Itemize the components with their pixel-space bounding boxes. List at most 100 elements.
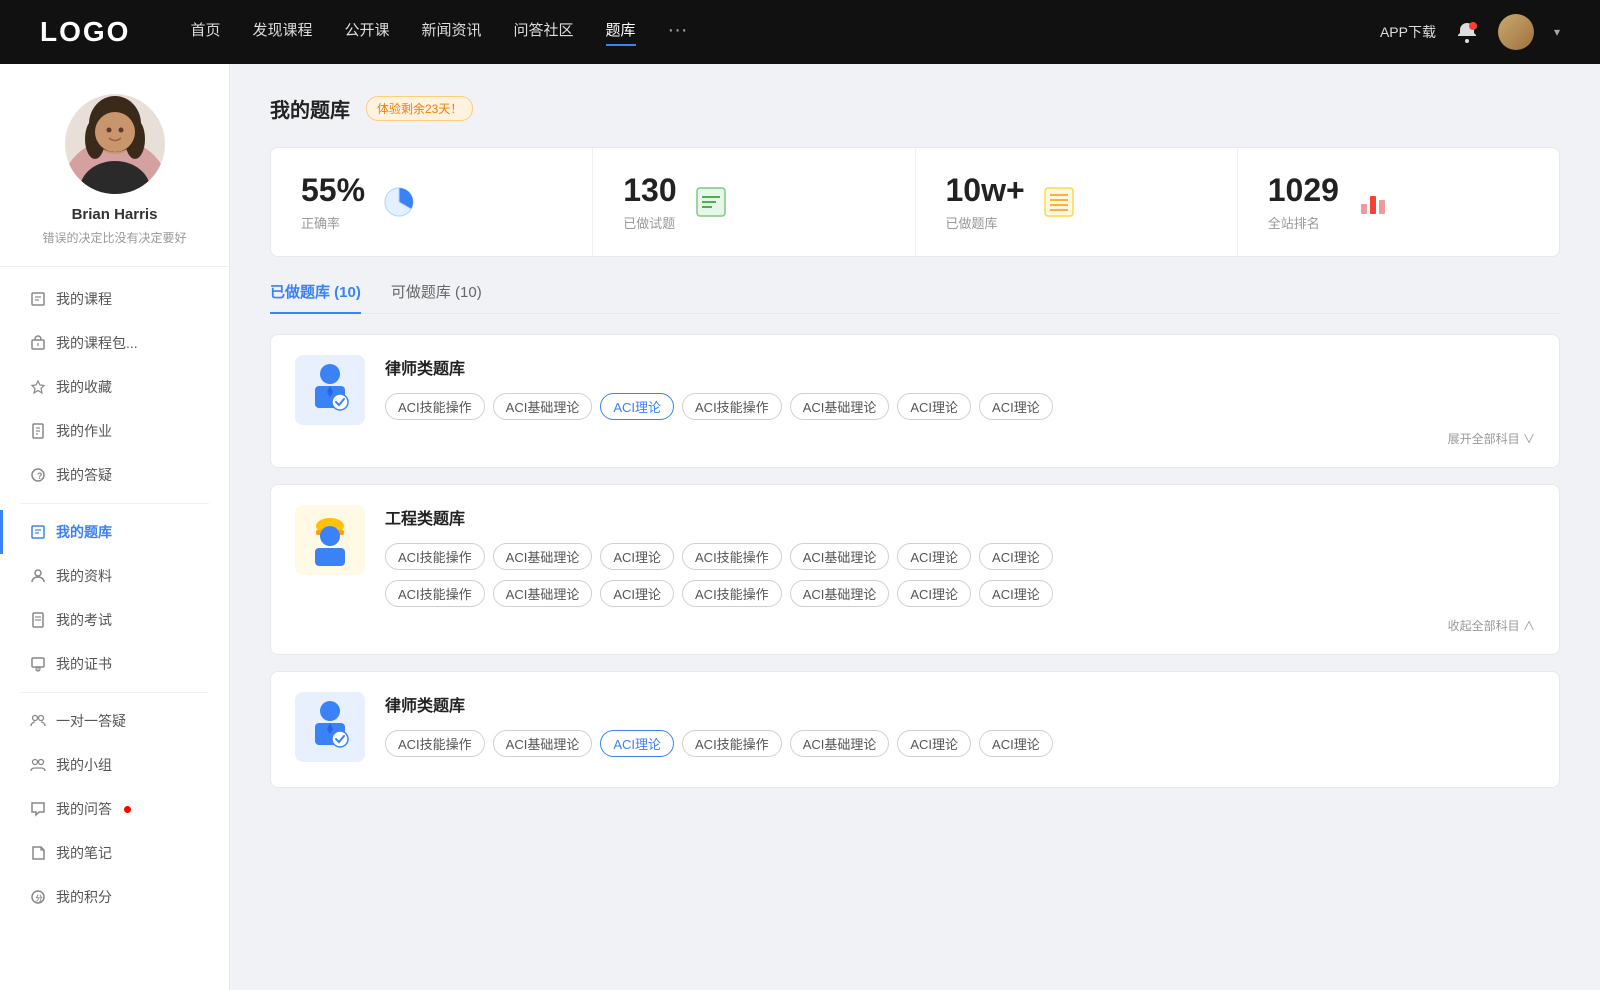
qbank-card-engineer: 工程类题库 ACI技能操作 ACI基础理论 ACI理论 ACI技能操作 ACI基… [270,484,1560,655]
data-icon [30,568,46,584]
qbank-tags-row-1: ACI技能操作 ACI基础理论 ACI理论 ACI技能操作 ACI基础理论 AC… [385,543,1535,570]
tag-item[interactable]: ACI理论 [979,393,1053,420]
sidebar-item-my-qa[interactable]: 我的问答 [0,787,229,831]
tag-item[interactable]: ACI基础理论 [790,580,890,607]
expand-collapse-link[interactable]: 展开全部科目 ∨ [385,430,1535,447]
qbank-title: 工程类题库 [385,505,1535,529]
qbank-icon [30,524,46,540]
sidebar-label: 我的考试 [56,610,112,630]
group-icon [30,757,46,773]
qbank-card-lawyer-1: 律师类题库 ACI技能操作 ACI基础理论 ACI理论 ACI技能操作 ACI基… [270,334,1560,468]
nav-item-qbank[interactable]: 题库 [606,19,636,46]
stat-label: 正确率 [301,213,365,232]
sidebar-label: 我的课程 [56,289,112,309]
sidebar-item-exam[interactable]: 我的考试 [0,598,229,642]
sidebar-item-course-package[interactable]: 我的课程包... [0,321,229,365]
sidebar-item-homework[interactable]: 我的作业 [0,409,229,453]
tag-item[interactable]: ACI基础理论 [493,393,593,420]
stat-label: 已做题库 [946,213,1025,232]
app-download-link[interactable]: APP下载 [1380,22,1436,42]
nav-item-open[interactable]: 公开课 [344,19,389,46]
sidebar-label: 我的题库 [56,522,112,542]
sidebar-item-notes[interactable]: 我的笔记 [0,831,229,875]
sidebar-item-group[interactable]: 我的小组 [0,743,229,787]
nav-item-home[interactable]: 首页 [190,19,220,46]
star-icon [30,379,46,395]
sidebar-label: 我的小组 [56,755,112,775]
sidebar-label: 我的问答 [56,799,112,819]
lawyer-svg-icon [305,360,355,420]
engineer-svg-icon [305,510,355,570]
tag-item[interactable]: ACI基础理论 [493,580,593,607]
nav-item-courses[interactable]: 发现课程 [252,19,312,46]
qbank-title: 律师类题库 [385,355,1535,379]
tag-item[interactable]: ACI技能操作 [385,730,485,757]
tag-item[interactable]: ACI技能操作 [385,393,485,420]
tag-item[interactable]: ACI技能操作 [682,580,782,607]
sidebar-item-favorites[interactable]: 我的收藏 [0,365,229,409]
tag-item[interactable]: ACI理论 [897,580,971,607]
sidebar-menu: 我的课程 我的课程包... 我的收藏 我的作业 [0,267,229,929]
main-content: 我的题库 体验剩余23天！ 55% 正确率 [230,64,1600,990]
sidebar-profile: Brian Harris 错误的决定比没有决定要好 [0,64,229,267]
tag-item[interactable]: ACI理论 [897,730,971,757]
qbank-card-body-3: 律师类题库 ACI技能操作 ACI基础理论 ACI理论 ACI技能操作 ACI基… [385,692,1535,767]
tag-item[interactable]: ACI理论 [600,580,674,607]
notification-dot [124,806,131,813]
stat-value: 10w+ [946,172,1025,209]
stat-done-left: 130 已做试题 [623,172,676,232]
stat-label: 全站排名 [1268,213,1339,232]
sidebar-item-qbank[interactable]: 我的题库 [0,510,229,554]
qbank-tags-row: ACI技能操作 ACI基础理论 ACI理论 ACI技能操作 ACI基础理论 AC… [385,393,1535,420]
sidebar-item-answers[interactable]: ? 我的答疑 [0,453,229,497]
page-layout: Brian Harris 错误的决定比没有决定要好 我的课程 我的课程包... [0,64,1600,990]
stat-value: 1029 [1268,172,1339,209]
sidebar-item-cert[interactable]: 我的证书 [0,642,229,686]
expand-collapse-link[interactable]: 收起全部科目 ∧ [385,617,1535,634]
cert-icon [30,656,46,672]
qbank-card-icon-lawyer-2 [295,692,365,762]
lawyer-svg-icon-2 [305,697,355,757]
tag-item[interactable]: ACI理论 [897,543,971,570]
tabs-row: 已做题库 (10) 可做题库 (10) [270,281,1560,314]
tag-item[interactable]: ACI基础理论 [493,543,593,570]
stat-label: 已做试题 [623,213,676,232]
tag-item[interactable]: ACI理论 [600,543,674,570]
score-icon: 分 [30,889,46,905]
nav-more[interactable]: ··· [668,19,688,46]
user-avatar[interactable] [1498,14,1534,50]
tag-item[interactable]: ACI技能操作 [682,543,782,570]
stat-value: 130 [623,172,676,209]
svg-text:分: 分 [36,894,43,903]
user-dropdown-icon[interactable]: ▾ [1554,25,1560,39]
sidebar-label: 我的证书 [56,654,112,674]
tag-item[interactable]: ACI技能操作 [385,543,485,570]
sidebar-item-oneone[interactable]: 一对一答疑 [0,699,229,743]
tag-item[interactable]: ACI基础理论 [493,730,593,757]
stat-done-banks: 10w+ 已做题库 [916,148,1238,256]
tab-available-banks[interactable]: 可做题库 (10) [391,281,482,314]
sidebar-item-my-course[interactable]: 我的课程 [0,277,229,321]
tag-item-active[interactable]: ACI理论 [600,393,674,420]
tag-item[interactable]: ACI基础理论 [790,730,890,757]
database-icon [1041,184,1077,220]
note-icon [30,845,46,861]
bell-icon[interactable] [1456,21,1478,43]
tag-item[interactable]: ACI理论 [897,393,971,420]
nav-item-news[interactable]: 新闻资讯 [422,19,482,46]
tag-item[interactable]: ACI基础理论 [790,393,890,420]
tag-item[interactable]: ACI理论 [979,730,1053,757]
tag-item[interactable]: ACI技能操作 [682,393,782,420]
tag-item[interactable]: ACI基础理论 [790,543,890,570]
tag-item[interactable]: ACI技能操作 [682,730,782,757]
sidebar-item-profile-data[interactable]: 我的资料 [0,554,229,598]
tab-done-banks[interactable]: 已做题库 (10) [270,281,361,314]
tag-item[interactable]: ACI技能操作 [385,580,485,607]
tag-item-active[interactable]: ACI理论 [600,730,674,757]
qbank-card-lawyer-2: 律师类题库 ACI技能操作 ACI基础理论 ACI理论 ACI技能操作 ACI基… [270,671,1560,788]
tag-item[interactable]: ACI理论 [979,580,1053,607]
nav-item-qa[interactable]: 问答社区 [514,19,574,46]
sidebar-item-points[interactable]: 分 我的积分 [0,875,229,919]
tag-item[interactable]: ACI理论 [979,543,1053,570]
exam-icon [30,612,46,628]
